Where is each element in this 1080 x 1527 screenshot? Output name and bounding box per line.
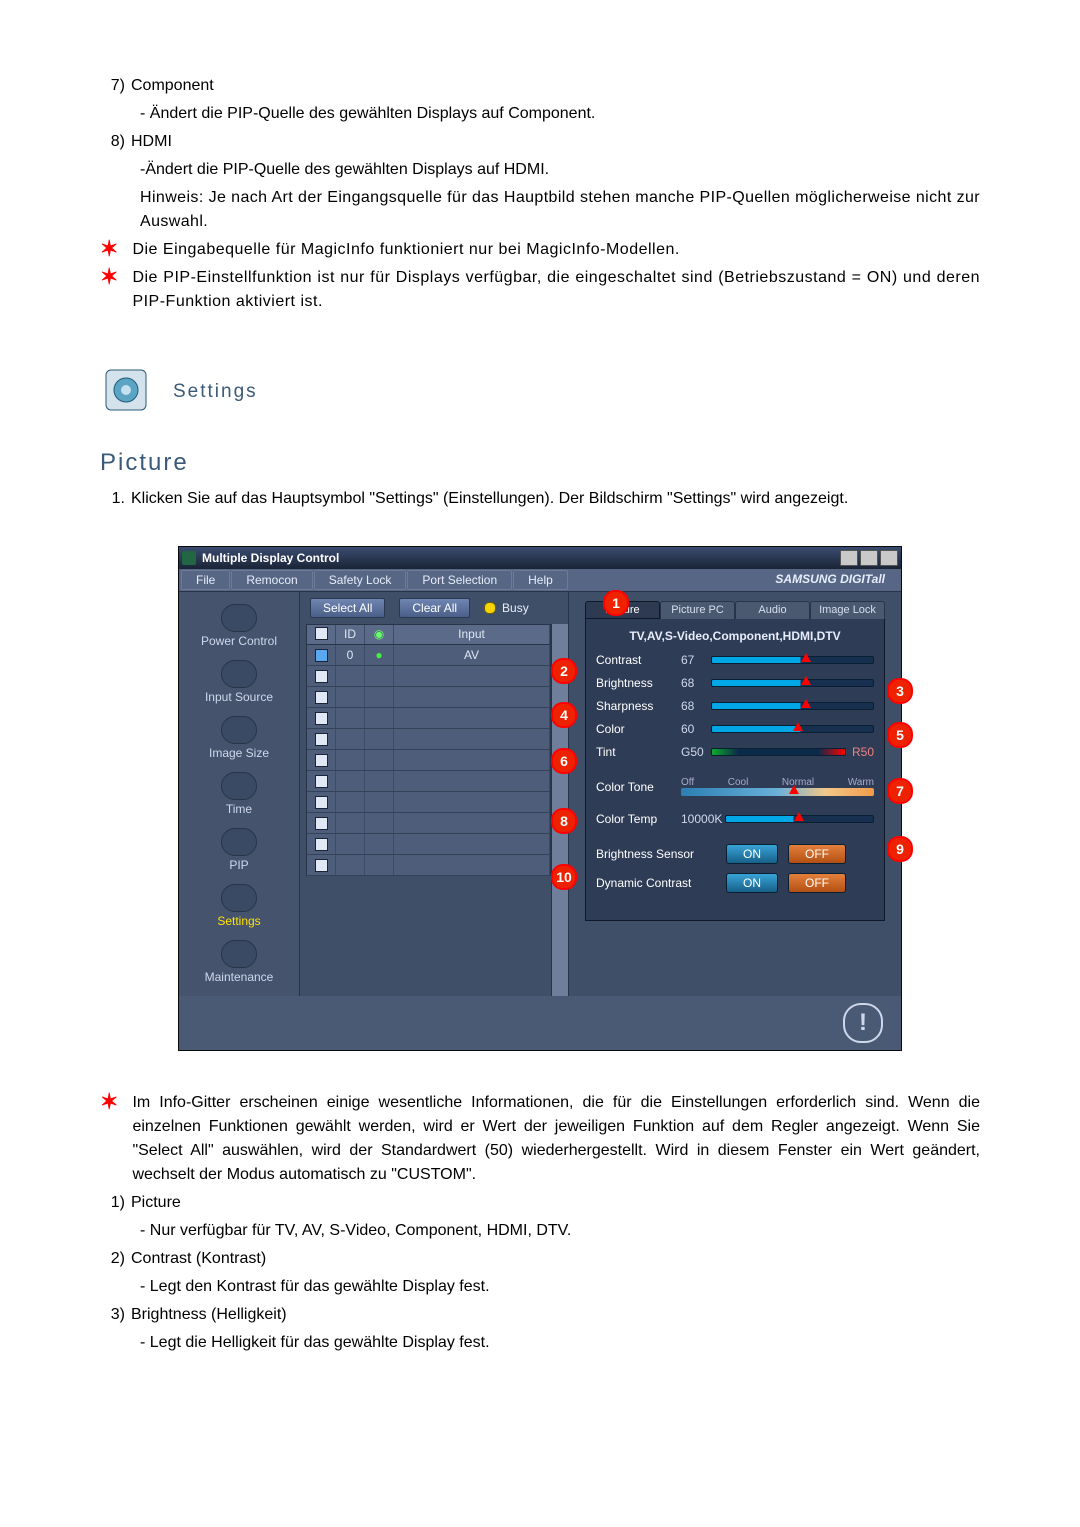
tab-audio[interactable]: Audio	[735, 601, 810, 619]
callout-2: 2	[551, 658, 577, 684]
settings-icon	[100, 364, 155, 419]
settings-title: Settings	[173, 381, 258, 403]
sidebar-item-input[interactable]: Input Source	[179, 654, 299, 710]
sidebar-item-pip[interactable]: PIP	[179, 822, 299, 878]
list-item-desc: - Legt die Helligkeit für das gewählte D…	[140, 1331, 980, 1355]
contrast-slider[interactable]	[711, 656, 874, 664]
grid-header: ✓ID◉Input	[306, 624, 551, 645]
subsection-title: Picture	[100, 449, 980, 477]
sidebar-item-settings[interactable]: Settings	[179, 878, 299, 934]
list-item: 2)Contrast (Kontrast)	[100, 1247, 980, 1271]
maximize-button[interactable]	[860, 550, 878, 566]
list-item-desc: - Legt den Kontrast für das gewählte Dis…	[140, 1275, 980, 1299]
callout-8: 8	[551, 808, 577, 834]
star-icon: ✶	[100, 1091, 118, 1113]
note: ✶Die PIP-Einstellfunktion ist nur für Di…	[100, 266, 980, 314]
settings-panel: Picture Picture PC Audio Image Lock TV,A…	[569, 592, 901, 996]
toolbar: Select All Clear All Busy	[300, 592, 568, 624]
alert-icon: !	[843, 1003, 883, 1043]
busy-indicator: Busy	[484, 601, 529, 615]
window-title: Multiple Display Control	[202, 551, 339, 565]
tab-subtitle: TV,AV,S-Video,Component,HDMI,DTV	[596, 629, 874, 643]
busy-icon	[484, 602, 496, 614]
grid-row[interactable]: 0●AV	[306, 645, 551, 666]
star-icon: ✶	[100, 266, 118, 288]
color-temp-slider[interactable]	[725, 815, 874, 823]
menu-safety-lock[interactable]: Safety Lock	[314, 570, 407, 590]
note: ✶Die Eingabequelle für MagicInfo funktio…	[100, 238, 980, 262]
sidebar-item-time[interactable]: Time	[179, 766, 299, 822]
callout-10: 10	[551, 864, 577, 890]
brightness-sensor-on[interactable]: ON	[726, 844, 778, 864]
clear-all-button[interactable]: Clear All	[399, 598, 470, 618]
list-item: 1.Klicken Sie auf das Hauptsymbol "Setti…	[100, 487, 980, 511]
menu-port-selection[interactable]: Port Selection	[407, 570, 512, 590]
checkbox-icon[interactable]: ✓	[315, 627, 328, 640]
list-item-desc: -Ändert die PIP-Quelle des gewählten Dis…	[140, 158, 980, 182]
brand-label: SAMSUNG DIGITall	[761, 570, 899, 590]
select-all-button[interactable]: Select All	[310, 598, 385, 618]
callout-6: 6	[551, 748, 577, 774]
callout-7: 7	[887, 778, 913, 804]
list-item: 8)HDMI	[100, 130, 980, 154]
close-button[interactable]	[880, 550, 898, 566]
tab-image-lock[interactable]: Image Lock	[810, 601, 885, 619]
callout-3: 3	[887, 678, 913, 704]
tab-picture-pc[interactable]: Picture PC	[660, 601, 735, 619]
menu-remocon[interactable]: Remocon	[231, 570, 312, 590]
sharpness-slider[interactable]	[711, 702, 874, 710]
sidebar-item-power[interactable]: Power Control	[179, 598, 299, 654]
tint-slider[interactable]	[711, 748, 846, 756]
list-item-hint: Hinweis: Je nach Art der Eingangsquelle …	[140, 186, 980, 234]
titlebar[interactable]: Multiple Display Control	[179, 547, 901, 569]
brightness-sensor-off[interactable]: OFF	[788, 844, 846, 864]
dynamic-contrast-off[interactable]: OFF	[788, 873, 846, 893]
color-slider[interactable]	[711, 725, 874, 733]
sidebar-item-maintenance[interactable]: Maintenance	[179, 934, 299, 990]
sidebar-item-image-size[interactable]: Image Size	[179, 710, 299, 766]
minimize-button[interactable]	[840, 550, 858, 566]
list-item: 7)Component	[100, 74, 980, 98]
list-item: 3)Brightness (Helligkeit)	[100, 1303, 980, 1327]
app-window: Multiple Display Control File Remocon Sa…	[178, 546, 902, 1051]
brightness-slider[interactable]	[711, 679, 874, 687]
list-item: 1)Picture	[100, 1191, 980, 1215]
section-heading: Settings	[100, 364, 980, 419]
note: ✶Im Info-Gitter erscheinen einige wesent…	[100, 1091, 980, 1187]
status-icon: ◉	[365, 625, 394, 644]
display-grid: ✓ID◉Input 0●AV	[300, 624, 551, 996]
status-icon: ●	[365, 645, 394, 665]
tabs: Picture Picture PC Audio Image Lock	[585, 600, 885, 618]
star-icon: ✶	[100, 238, 118, 260]
list-item-desc: - Ändert die PIP-Quelle des gewählten Di…	[140, 102, 980, 126]
checkbox-icon[interactable]	[315, 649, 328, 662]
dynamic-contrast-on[interactable]: ON	[726, 873, 778, 893]
color-tone-slider[interactable]	[681, 788, 874, 796]
list-item-desc: - Nur verfügbar für TV, AV, S-Video, Com…	[140, 1219, 980, 1243]
callout-9: 9	[887, 836, 913, 862]
callout-5: 5	[887, 722, 913, 748]
menu-file[interactable]: File	[181, 570, 230, 590]
callout-4: 4	[551, 702, 577, 728]
menubar: File Remocon Safety Lock Port Selection …	[179, 569, 901, 592]
app-icon	[182, 551, 196, 565]
sidebar: Power Control Input Source Image Size Ti…	[179, 592, 300, 996]
menu-help[interactable]: Help	[513, 570, 568, 590]
callout-1: 1	[603, 590, 629, 616]
app-footer: !	[179, 996, 901, 1050]
